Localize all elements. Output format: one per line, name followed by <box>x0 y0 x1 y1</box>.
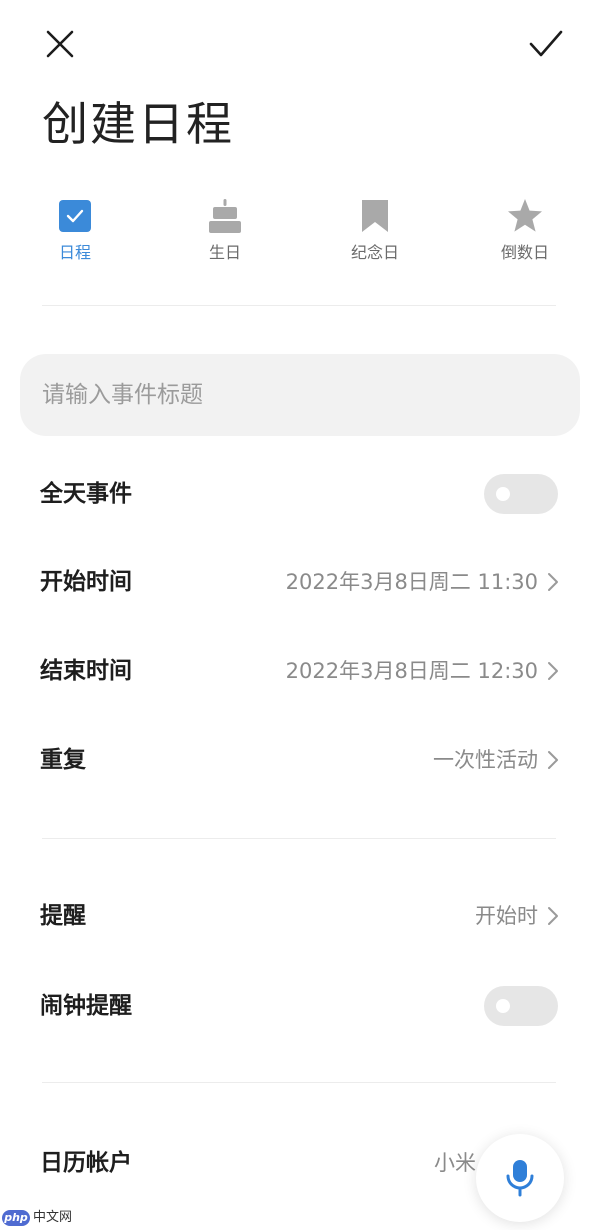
repeat-row[interactable]: 重复 一次性活动 <box>0 730 600 790</box>
page-title: 创建日程 <box>42 97 234 151</box>
star-icon <box>505 196 545 236</box>
alarm-reminder-row: 闹钟提醒 <box>0 976 600 1036</box>
event-title-input[interactable] <box>42 354 552 436</box>
close-icon <box>46 30 74 58</box>
confirm-button[interactable] <box>518 16 574 72</box>
php-logo: php <box>2 1210 30 1226</box>
event-type-tabs: 日程 生日 纪念日 倒数日 <box>0 196 600 280</box>
reminder-row[interactable]: 提醒 开始时 <box>0 886 600 946</box>
start-time-row[interactable]: 开始时间 2022年3月8日周二 11:30 <box>0 552 600 612</box>
tab-schedule[interactable]: 日程 <box>20 196 130 280</box>
tab-label: 纪念日 <box>350 243 399 262</box>
chevron-right-icon <box>548 751 558 769</box>
divider <box>42 305 556 306</box>
repeat-label: 重复 <box>40 747 86 773</box>
calendar-account-value: 小米 <box>434 1151 476 1175</box>
event-title-field <box>20 354 580 436</box>
chevron-right-icon <box>548 907 558 925</box>
tab-anniversary[interactable]: 纪念日 <box>320 196 430 280</box>
check-icon <box>529 30 563 57</box>
watermark-text: 中文网 <box>33 1210 73 1225</box>
all-day-toggle[interactable] <box>484 474 558 514</box>
reminder-value: 开始时 <box>475 904 538 928</box>
chevron-right-icon <box>548 573 558 591</box>
tab-countdown[interactable]: 倒数日 <box>470 196 580 280</box>
cake-icon <box>205 196 245 236</box>
all-day-row: 全天事件 <box>0 464 600 524</box>
microphone-icon <box>506 1160 534 1197</box>
end-time-value: 2022年3月8日周二 12:30 <box>285 659 538 683</box>
end-time-row[interactable]: 结束时间 2022年3月8日周二 12:30 <box>0 641 600 701</box>
bookmark-icon <box>355 196 395 236</box>
divider <box>42 838 556 839</box>
repeat-value: 一次性活动 <box>433 748 538 772</box>
start-time-value: 2022年3月8日周二 11:30 <box>285 570 538 594</box>
checkbox-icon <box>55 196 95 236</box>
reminder-label: 提醒 <box>40 903 86 929</box>
tab-label: 日程 <box>58 243 91 262</box>
tab-label: 倒数日 <box>500 243 549 262</box>
all-day-label: 全天事件 <box>40 481 132 507</box>
voice-input-button[interactable] <box>476 1134 564 1222</box>
toggle-knob <box>496 487 510 501</box>
tab-label: 生日 <box>208 243 241 262</box>
create-event-page: 创建日程 日程 生日 纪念日 倒数日 请输入事件标题 全天事件 开始时间 202… <box>0 0 600 1230</box>
divider <box>42 1082 556 1083</box>
top-bar <box>0 0 600 90</box>
chevron-right-icon <box>548 662 558 680</box>
alarm-reminder-label: 闹钟提醒 <box>40 993 132 1019</box>
end-time-label: 结束时间 <box>40 658 132 684</box>
alarm-reminder-toggle[interactable] <box>484 986 558 1026</box>
calendar-account-label: 日历帐户 <box>40 1150 132 1176</box>
start-time-label: 开始时间 <box>40 569 132 595</box>
toggle-knob <box>496 999 510 1013</box>
close-button[interactable] <box>32 16 88 72</box>
tab-birthday[interactable]: 生日 <box>170 196 280 280</box>
watermark: php 中文网 <box>2 1208 72 1228</box>
